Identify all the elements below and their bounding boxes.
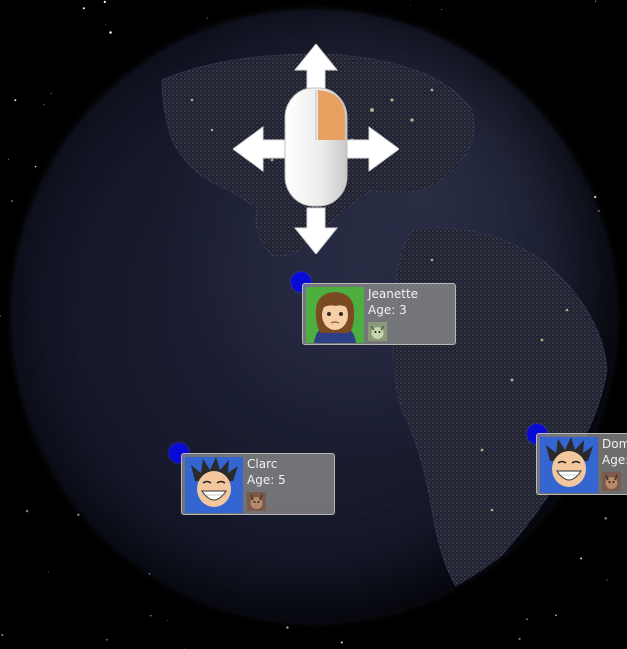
person-card-clarc[interactable]: Clarc Age: 5 bbox=[181, 453, 335, 515]
pet-icon bbox=[602, 472, 621, 491]
avatar bbox=[306, 287, 364, 343]
star bbox=[594, 0, 597, 2]
star bbox=[0, 315, 1, 318]
star bbox=[518, 637, 521, 640]
star bbox=[184, 647, 186, 649]
avatar bbox=[540, 437, 598, 493]
star bbox=[1, 634, 4, 636]
pet-icon bbox=[368, 322, 387, 341]
mouse-drag-icon bbox=[233, 44, 399, 254]
person-card-jeanette[interactable]: Jeanette Age: 3 bbox=[302, 283, 456, 345]
star bbox=[106, 638, 108, 641]
star bbox=[286, 626, 289, 629]
person-age: Age: 5 bbox=[247, 473, 286, 487]
star bbox=[103, 0, 106, 4]
person-card-dom[interactable]: Dom Age: bbox=[536, 433, 627, 495]
person-name: Dom bbox=[602, 437, 627, 451]
star bbox=[7, 158, 9, 160]
person-name: Jeanette bbox=[368, 287, 419, 301]
avatar bbox=[185, 457, 243, 513]
pet-icon bbox=[247, 492, 266, 511]
right-mouse-button bbox=[318, 90, 345, 140]
person-age: Age: 3 bbox=[368, 303, 407, 317]
star bbox=[409, 4, 411, 6]
person-age: Age: bbox=[602, 453, 627, 467]
person-name: Clarc bbox=[247, 457, 278, 471]
star bbox=[340, 641, 343, 644]
